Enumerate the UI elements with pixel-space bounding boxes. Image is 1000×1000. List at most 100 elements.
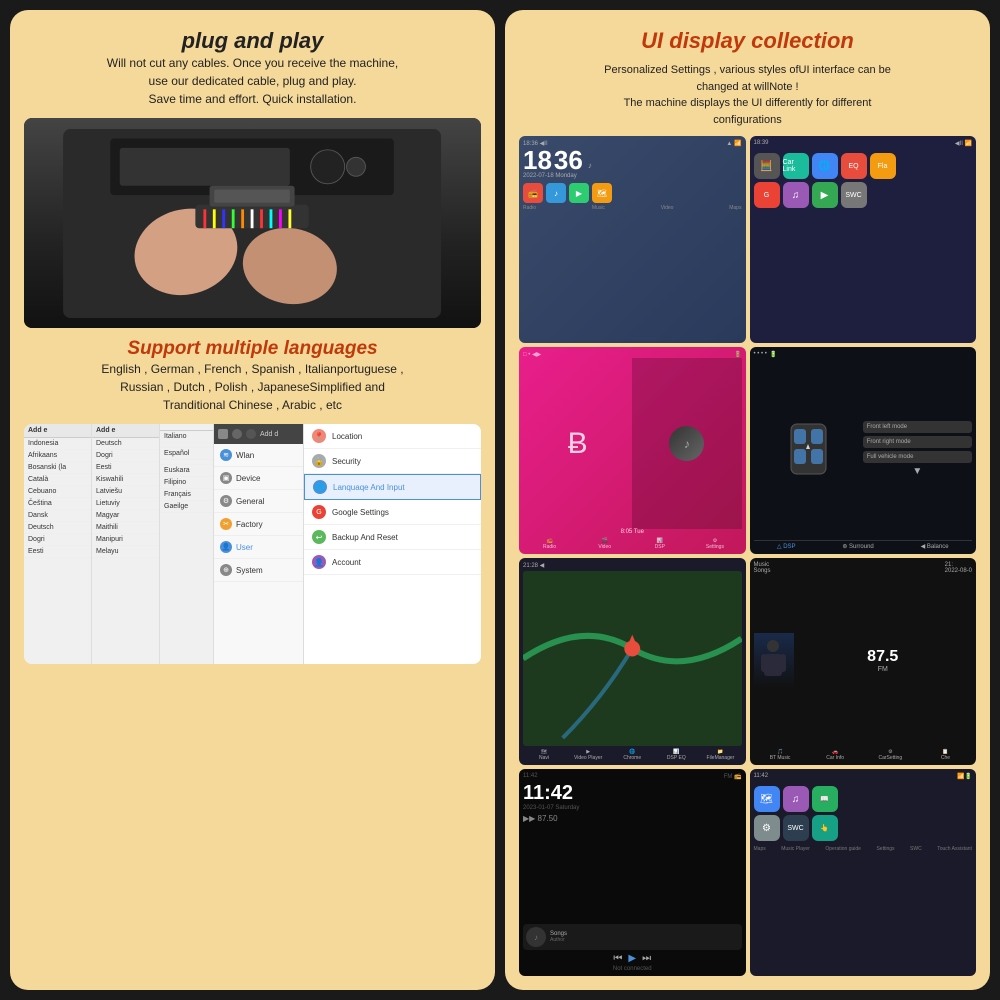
play-btn[interactable]: ▶ [628, 953, 636, 964]
next-btn[interactable]: ⏭ [642, 953, 651, 964]
op-guide-icon[interactable]: 📖 [812, 786, 838, 812]
swc-icon[interactable]: SWC [841, 182, 867, 208]
lang-item[interactable]: Melayu [92, 546, 159, 558]
lang-item[interactable]: Euskara [160, 465, 213, 477]
lang-item[interactable]: Indonesia [24, 438, 91, 450]
menu-user[interactable]: 👤 User [214, 536, 303, 559]
cell4-topbar: • • • • 🔋 [754, 351, 973, 358]
prev-btn[interactable]: ⏮ [613, 953, 622, 964]
lang-item[interactable]: Deutsch [92, 438, 159, 450]
lang-item[interactable]: Afrikaans [24, 450, 91, 462]
lang-item[interactable]: Gaeilge [160, 501, 213, 513]
gear-icon: ⚙ [220, 495, 232, 507]
freq-display: 87.5 FM [794, 648, 973, 673]
date-display: 2022-07-18 Monday [523, 173, 742, 179]
menu-device[interactable]: ▣ Device [214, 467, 303, 490]
lang-item[interactable]: Maithili [92, 522, 159, 534]
front-left-btn[interactable]: Front left mode [863, 421, 972, 433]
lang-item[interactable]: Dogri [24, 534, 91, 546]
music-player-icon[interactable]: ♫ [783, 182, 809, 208]
google-app-icon[interactable]: G [754, 182, 780, 208]
lang-item[interactable]: Kiswahili [92, 474, 159, 486]
menu-general[interactable]: ⚙ General [214, 490, 303, 513]
video-icon[interactable]: ▶ [569, 183, 589, 203]
lang-item[interactable]: Eesti [24, 546, 91, 558]
radio-btn[interactable]: 📻Radio [523, 538, 576, 550]
detail-security[interactable]: 🔒 Security [304, 449, 481, 474]
lang-item[interactable]: Dogri [92, 450, 159, 462]
dsp-bottom: △ DSP ⊛ Surround ◀ Balance [754, 540, 973, 550]
equalizer-icon[interactable]: EQ [841, 153, 867, 179]
video-btn[interactable]: 🎬Video [578, 538, 631, 550]
menu-wlan[interactable]: ≋ Wlan [214, 444, 303, 467]
car-dash-image [24, 118, 481, 328]
calculator-icon[interactable]: 🧮 [754, 153, 780, 179]
dsp-btn[interactable]: 📊DSP [633, 538, 686, 550]
lang-item[interactable]: Čeština [24, 498, 91, 510]
playstore-icon[interactable]: ▶ [812, 182, 838, 208]
maps-icon[interactable]: 🗺 [592, 183, 612, 203]
lang-item[interactable]: Italiano [160, 431, 213, 443]
car-svg [786, 419, 831, 479]
radio-icon[interactable]: 📻 [523, 183, 543, 203]
detail-location[interactable]: 📍 Location [304, 424, 481, 449]
balance-label[interactable]: ◀ Balance [921, 543, 949, 550]
detail-google[interactable]: G Google Settings [304, 500, 481, 525]
front-right-btn[interactable]: Front right mode [863, 436, 972, 448]
multilang-title: Support multiple languages [24, 338, 481, 360]
lang-item[interactable]: Dansk [24, 510, 91, 522]
lang-item[interactable]: Filipino [160, 477, 213, 489]
lang-item[interactable]: Lietuviy [92, 498, 159, 510]
language-col-3: Italiano Español Euskara Filipino França… [160, 424, 214, 664]
maps2-label: Maps [754, 846, 766, 852]
account-icon: 👤 [312, 555, 326, 569]
detail-backup[interactable]: ↩ Backup And Reset [304, 525, 481, 550]
swc2-icon[interactable]: SWC [783, 815, 809, 841]
cell3-signal: 🔋 [734, 351, 741, 358]
not-connected: Not connected [523, 966, 742, 972]
dsp-label[interactable]: △ DSP [777, 543, 796, 550]
lang-item[interactable]: Cebuano [24, 486, 91, 498]
videoplayer-btn[interactable]: ▶Video Player [567, 749, 609, 761]
general-label: General [236, 497, 264, 506]
home-icon [218, 429, 228, 439]
music-player2-icon[interactable]: ♫ [783, 786, 809, 812]
full-vehicle-btn[interactable]: Full vehicle mode [863, 451, 972, 463]
lang-item[interactable]: Latviešu [92, 486, 159, 498]
btmusic-btn[interactable]: 🎵BT Music [754, 749, 807, 761]
chrome-icon[interactable]: 🌐 [812, 153, 838, 179]
cell-signal: ▲ 📶 [726, 140, 741, 147]
plug-title: plug and play [24, 28, 481, 54]
lang-item[interactable]: Eesti [92, 462, 159, 474]
settings-btn[interactable]: ⚙Settings [688, 538, 741, 550]
lang-item[interactable]: Français [160, 489, 213, 501]
detail-account[interactable]: 👤 Account [304, 550, 481, 575]
lang-item[interactable]: Deutsch [24, 522, 91, 534]
menu-system[interactable]: ⊕ System [214, 559, 303, 582]
menu-factory[interactable]: ✂ Factory [214, 513, 303, 536]
lang-item[interactable]: Magyar [92, 510, 159, 522]
carsetting-btn[interactable]: ⚙CarSetting [864, 749, 917, 761]
carlink-icon[interactable]: Car Link [783, 153, 809, 179]
bottom-labels: Radio Music Video Maps [523, 205, 742, 211]
filemgr-btn[interactable]: 📁FileManager [699, 749, 741, 761]
fla-icon[interactable]: Fla [870, 153, 896, 179]
carinfo-btn[interactable]: 🚗Car Info [809, 749, 862, 761]
che-btn[interactable]: 📋Che [919, 749, 972, 761]
settings2-icon[interactable]: ⚙ [754, 815, 780, 841]
touch-assist-icon[interactable]: 👆 [812, 815, 838, 841]
dspeq-btn[interactable]: 📊DSP EQ [655, 749, 697, 761]
music-icon[interactable]: ♪ [546, 183, 566, 203]
lang-item[interactable]: Català [24, 474, 91, 486]
maps2-icon[interactable]: 🗺 [754, 786, 780, 812]
lang-item[interactable]: Manipuri [92, 534, 159, 546]
settings-menu: Add d ≋ Wlan ▣ Device ⚙ General ✂ Factor… [214, 424, 304, 664]
lang-item[interactable]: Español [160, 448, 213, 460]
lang-item[interactable]: Bosanski (la [24, 462, 91, 474]
factory-label: Factory [236, 520, 263, 529]
language-col-1: Add e Indonesia Afrikaans Bosanski (la C… [24, 424, 92, 664]
chrome-btn[interactable]: 🌐Chrome [611, 749, 653, 761]
detail-language[interactable]: 🌐 Lanquaqe And Input [304, 474, 481, 500]
surround-label[interactable]: ⊛ Surround [842, 543, 873, 550]
navi-btn[interactable]: 🗺Navi [523, 749, 565, 761]
